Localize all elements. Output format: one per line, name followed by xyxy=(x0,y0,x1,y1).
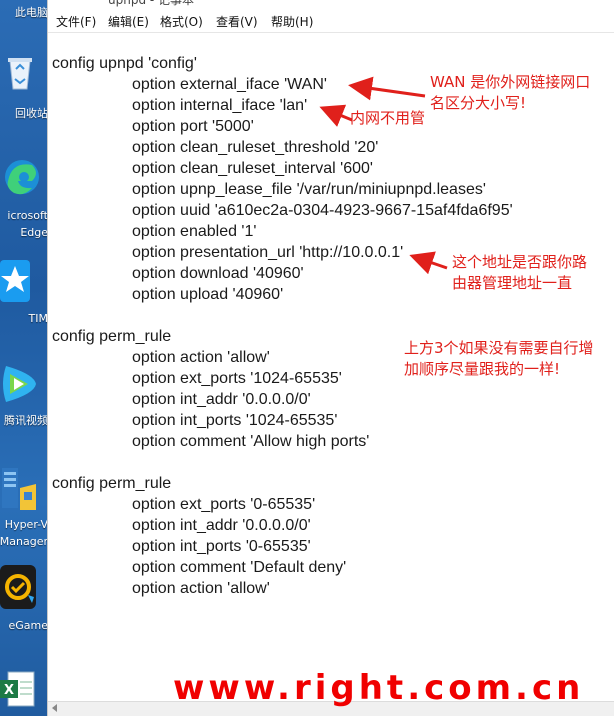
window-title: upnpd - 记事本 xyxy=(108,0,195,7)
hyper-v-icon xyxy=(2,468,36,510)
editor-line: option upload '40960' xyxy=(132,286,284,303)
editor-line: option port '5000' xyxy=(132,118,254,135)
recycle-bin-icon xyxy=(8,58,32,90)
annotation-lan: 内网不用管 xyxy=(350,109,426,127)
tencent-video-icon xyxy=(3,366,36,402)
desktop-icon-pc[interactable]: 此电脑 xyxy=(0,0,47,30)
menu-bar: 文件(F) 编辑(E) 格式(O) 查看(V) 帮助(H) xyxy=(48,8,614,33)
tim-label: TIM xyxy=(28,312,47,325)
menu-format[interactable]: 格式(O) xyxy=(160,13,203,30)
excel-icon: X xyxy=(0,671,35,707)
editor-line: option uuid 'a610ec2a-0304-4923-9667-15a… xyxy=(132,202,513,219)
egame-label: eGame xyxy=(8,619,47,632)
editor-line: option comment 'Allow high ports' xyxy=(132,433,370,450)
scroll-left-icon[interactable] xyxy=(52,704,57,712)
desktop-icon-egame[interactable]: eGame xyxy=(0,565,47,635)
editor-line: option external_iface 'WAN' xyxy=(132,76,327,93)
edge-icon xyxy=(5,160,39,195)
menu-edit[interactable]: 编辑(E) xyxy=(108,13,149,30)
tim-icon xyxy=(0,260,30,302)
watermark: www.right.com.cn xyxy=(173,668,585,708)
recycle-bin-label: 回收站 xyxy=(15,107,47,120)
annotation-wan: WAN 是你外网链接网口 名区分大小写! xyxy=(430,73,591,112)
editor-line: option clean_ruleset_threshold '20' xyxy=(132,139,379,156)
editor-line: option presentation_url 'http://10.0.0.1… xyxy=(132,244,404,261)
annotation-url: 这个地址是否跟你路 由器管理地址一直 xyxy=(452,253,588,292)
menu-file[interactable]: 文件(F) xyxy=(56,13,96,30)
desktop-icon-recycle-bin[interactable]: 回收站 xyxy=(0,55,47,125)
editor-line: option int_ports '1024-65535' xyxy=(132,412,338,429)
editor-line: option internal_iface 'lan' xyxy=(132,97,308,114)
editor-line: option upnp_lease_file '/var/run/miniupn… xyxy=(132,181,486,198)
desktop-icon-excel[interactable]: X xyxy=(0,668,47,716)
title-bar: upnpd - 记事本 xyxy=(48,0,614,8)
annotation-rules: 上方3个如果没有需要自行增 加顺序尽量跟我的一样! xyxy=(404,339,594,378)
desktop-icon-hyper-v[interactable]: Hyper-V Manager xyxy=(0,462,47,552)
editor-line: option action 'allow' xyxy=(132,349,270,366)
svg-text:X: X xyxy=(4,683,14,698)
desktop-icon-edge[interactable]: icrosoft Edge xyxy=(0,155,47,245)
edge-label: icrosoft Edge xyxy=(7,209,47,239)
editor-line: option action 'allow' xyxy=(132,580,270,597)
menu-view[interactable]: 查看(V) xyxy=(216,13,258,30)
desktop-icon-tencent-video[interactable]: 腾讯视频 xyxy=(0,362,47,432)
editor-line: config perm_rule xyxy=(52,475,172,492)
desktop-area: 此电脑 回收站 icrosoft Edge TIM 腾讯视频 Hyper-V M… xyxy=(0,0,47,716)
pc-label: 此电脑 xyxy=(15,6,47,19)
editor-line: option clean_ruleset_interval '600' xyxy=(132,160,373,177)
editor-line: config perm_rule xyxy=(52,328,172,345)
hyper-v-label: Hyper-V Manager xyxy=(0,518,47,548)
editor-line: option comment 'Default deny' xyxy=(132,559,347,576)
menu-help[interactable]: 帮助(H) xyxy=(271,13,313,30)
editor-line: option int_ports '0-65535' xyxy=(132,538,311,555)
editor-line: option ext_ports '0-65535' xyxy=(132,496,316,513)
editor-line: option int_addr '0.0.0.0/0' xyxy=(132,391,311,408)
editor-line: option enabled '1' xyxy=(132,223,257,240)
editor-line: option int_addr '0.0.0.0/0' xyxy=(132,517,311,534)
tencent-video-label: 腾讯视频 xyxy=(4,414,47,427)
egame-icon xyxy=(0,565,36,609)
editor-line: config upnpd 'config' xyxy=(52,55,197,72)
editor-line: option ext_ports '1024-65535' xyxy=(132,370,342,387)
desktop-icon-tim[interactable]: TIM xyxy=(0,258,47,328)
editor-line: option download '40960' xyxy=(132,265,304,282)
